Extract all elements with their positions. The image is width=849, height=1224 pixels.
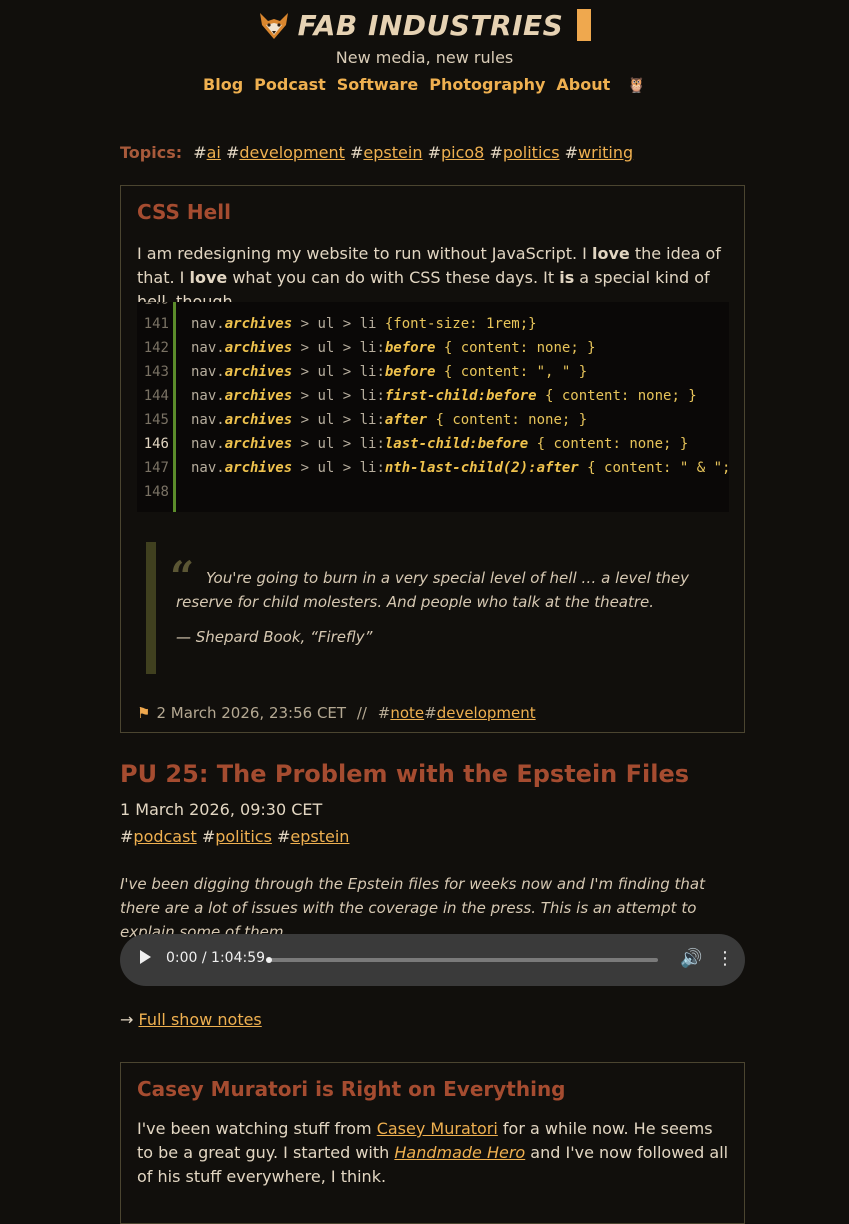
- brand[interactable]: FAB INDUSTRIES: [0, 6, 849, 44]
- main-nav: Blog Podcast Software Photography About …: [0, 75, 849, 94]
- nav-photography[interactable]: Photography: [429, 75, 545, 94]
- note-card: CSS Hell I am redesigning my website to …: [120, 185, 745, 733]
- full-show-notes-link[interactable]: Full show notes: [139, 1010, 262, 1029]
- fox-logo-icon: [259, 13, 288, 39]
- note-body: I've been watching stuff from Casey Mura…: [137, 1119, 729, 1186]
- topic-link[interactable]: writing: [578, 143, 633, 162]
- seek-thumb[interactable]: [266, 957, 272, 963]
- more-options-icon[interactable]: ⋮: [716, 948, 734, 969]
- blockquote: “ You're going to burn in a very special…: [146, 542, 716, 674]
- cursor-block: [577, 9, 592, 41]
- note-title[interactable]: Casey Muratori is Right on Everything: [137, 1077, 566, 1101]
- code-line: 141 nav.archives > ul > li {font-size: 1r…: [143, 316, 537, 332]
- code-line: 145 nav.archives > ul > li:after { conten…: [143, 412, 588, 428]
- topic-link[interactable]: pico8: [441, 143, 484, 162]
- note-meta: ⚑ 2 March 2026, 23:56 CET // #note#develo…: [137, 704, 536, 722]
- play-icon[interactable]: [140, 950, 151, 964]
- code-line: 142 nav.archives > ul > li:before { conte…: [143, 340, 596, 356]
- brand-name: FAB INDUSTRIES: [297, 8, 564, 42]
- handmade-hero-link[interactable]: Handmade Hero: [394, 1143, 525, 1162]
- code-line: 144 nav.archives > ul > li:first-child:be…: [143, 388, 697, 404]
- topic-link[interactable]: development: [239, 143, 345, 162]
- nav-blog[interactable]: Blog: [203, 75, 243, 94]
- note-date[interactable]: 2 March 2026, 23:56 CET: [156, 704, 346, 722]
- code-line: 147 nav.archives > ul > li:nth-last-child…: [143, 460, 729, 476]
- quote-text: You're going to burn in a very special l…: [176, 569, 690, 611]
- code-line: 148: [143, 484, 169, 500]
- topic-link[interactable]: epstein: [363, 143, 422, 162]
- tag-link[interactable]: development: [437, 704, 536, 722]
- post-tags: #podcast #politics #epstein: [120, 827, 350, 846]
- line-number: 140: [137, 302, 169, 312]
- note-title[interactable]: CSS Hell: [137, 200, 231, 224]
- post-title[interactable]: PU 25: The Problem with the Epstein File…: [120, 760, 689, 788]
- full-show-notes: → Full show notes: [120, 1010, 262, 1029]
- nav-about[interactable]: About: [556, 75, 610, 94]
- code-line: 146 nav.archives > ul > li:last-child:bef…: [143, 436, 689, 452]
- nav-software[interactable]: Software: [337, 75, 418, 94]
- topic-link[interactable]: ai: [207, 143, 221, 162]
- topics-label: Topics:: [120, 143, 183, 162]
- tag-link[interactable]: politics: [215, 827, 272, 846]
- audio-time: 0:00 / 1:04:59: [166, 950, 266, 966]
- code-highlight-bar: [173, 302, 176, 512]
- quote-citation: — Shepard Book, “Firefly”: [176, 628, 373, 646]
- flag-icon: ⚑: [137, 704, 151, 722]
- tag-link[interactable]: epstein: [290, 827, 349, 846]
- tagline: New media, new rules: [335, 48, 514, 67]
- topics-bar: Topics: #ai #development #epstein #pico8…: [120, 143, 634, 162]
- owl-icon[interactable]: 🦉: [627, 76, 646, 94]
- tag-link[interactable]: note: [390, 704, 424, 722]
- casey-link[interactable]: Casey Muratori: [377, 1119, 498, 1138]
- audio-player[interactable]: 0:00 / 1:04:59 🔊 ⋮: [120, 934, 745, 986]
- tag-link[interactable]: podcast: [133, 827, 196, 846]
- code-line: 143 nav.archives > ul > li:before { conte…: [143, 364, 588, 380]
- topic-link[interactable]: politics: [503, 143, 560, 162]
- volume-icon[interactable]: 🔊: [680, 948, 702, 969]
- site-header: FAB INDUSTRIES New media, new rules Blog…: [0, 0, 849, 95]
- audio-seek-bar[interactable]: [266, 957, 658, 963]
- post-date: 1 March 2026, 09:30 CET: [120, 800, 323, 819]
- code-block: 140 141nav.archives > ul > li {font-size…: [137, 302, 729, 512]
- nav-podcast[interactable]: Podcast: [254, 75, 326, 94]
